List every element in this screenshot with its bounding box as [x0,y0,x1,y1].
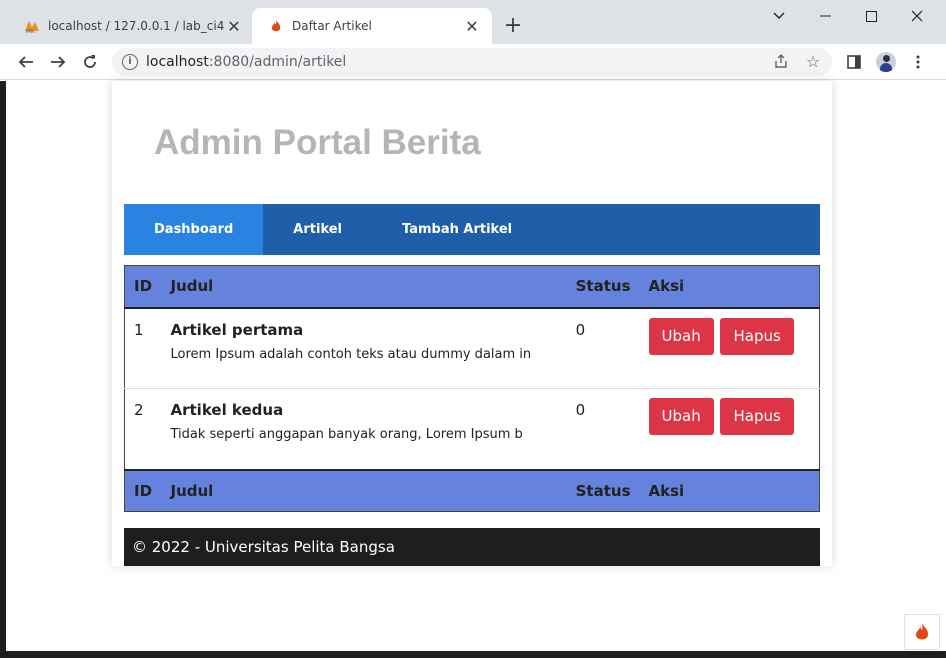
article-excerpt: Tidak seperti anggapan banyak orang, Lor… [170,427,523,442]
maximize-button[interactable] [848,0,894,32]
table-header-row: ID Judul Status Aksi [124,265,820,309]
cell-status: 0 [566,388,640,470]
ubah-button[interactable]: Ubah [648,398,714,435]
profile-avatar[interactable] [876,52,896,72]
nav-artikel[interactable]: Artikel [263,204,372,255]
new-tab-button[interactable]: + [500,14,526,40]
site-info-icon[interactable]: i [122,54,138,70]
artikel-table: ID Judul Status Aksi 1 Artikel pertama L… [124,265,820,512]
header-judul: Judul [161,265,567,309]
cell-status: 0 [566,307,640,389]
footer-id: ID [124,468,162,512]
share-icon[interactable] [772,53,790,71]
codeigniter-icon [268,18,284,34]
article-excerpt: Lorem Ipsum adalah contoh teks atau dumm… [170,346,532,362]
back-button[interactable] [14,50,38,74]
cell-aksi: Ubah Hapus [639,388,820,470]
tab-search-icon[interactable] [756,0,802,32]
close-window-button[interactable] [894,0,940,32]
forward-button[interactable] [46,50,70,74]
cell-judul: Artikel pertama Lorem Ipsum adalah conto… [161,307,567,389]
tab-phpmyadmin[interactable]: PMA localhost / 127.0.0.1 / lab_ci4 / ar… [8,8,252,44]
cell-judul: Artikel kedua Tidak seperti anggapan ban… [161,388,567,470]
header-aksi: Aksi [639,265,820,309]
table-footer-row: ID Judul Status Aksi [124,468,820,512]
cell-id: 2 [124,388,162,470]
table-row: 1 Artikel pertama Lorem Ipsum adalah con… [124,307,820,389]
tab-daftar-artikel[interactable]: Daftar Artikel ✕ [252,8,492,44]
tab-title: Daftar Artikel [292,19,372,33]
page-title: Admin Portal Berita [154,123,481,162]
main-nav: Dashboard Artikel Tambah Artikel [124,204,820,255]
address-bar[interactable]: i localhost:8080/admin/artikel ☆ [112,48,832,76]
nav-tambah-artikel[interactable]: Tambah Artikel [372,204,542,255]
tab-title: localhost / 127.0.0.1 / lab_ci4 / ar [48,19,224,33]
browser-tab-bar: PMA localhost / 127.0.0.1 / lab_ci4 / ar… [0,0,946,44]
codeigniter-debug-toolbar-icon[interactable] [904,614,940,650]
window-edge [0,651,946,658]
side-panel-icon[interactable] [844,52,864,72]
hapus-button[interactable]: Hapus [720,317,794,355]
close-tab-icon[interactable]: ✕ [224,16,244,36]
hapus-button[interactable]: Hapus [720,398,794,435]
cell-id: 1 [124,307,162,389]
article-title: Artikel kedua [170,401,284,419]
header-status: Status [566,265,640,309]
window-edge [0,81,6,658]
cell-aksi: Ubah Hapus [639,307,820,389]
footer-judul: Judul [161,468,567,512]
close-tab-icon[interactable]: ✕ [462,16,482,36]
url-text: localhost:8080/admin/artikel [146,54,347,70]
nav-dashboard[interactable]: Dashboard [124,204,264,255]
main-container: Admin Portal Berita Dashboard Artikel Ta… [112,81,832,566]
browser-toolbar: i localhost:8080/admin/artikel ☆ [0,44,946,80]
article-title: Artikel pertama [170,320,304,339]
footer-status: Status [566,468,640,512]
page-footer: © 2022 - Universitas Pelita Bangsa [124,528,820,566]
table-row: 2 Artikel kedua Tidak seperti anggapan b… [124,388,820,470]
ubah-button[interactable]: Ubah [648,317,714,355]
svg-text:PMA: PMA [26,29,35,33]
header-id: ID [124,265,162,309]
bookmark-star-icon[interactable]: ☆ [804,52,822,71]
menu-dots-icon[interactable] [908,52,928,72]
phpmyadmin-icon: PMA [24,18,40,34]
reload-button[interactable] [78,50,102,74]
footer-aksi: Aksi [639,468,820,512]
minimize-button[interactable] [802,0,848,32]
